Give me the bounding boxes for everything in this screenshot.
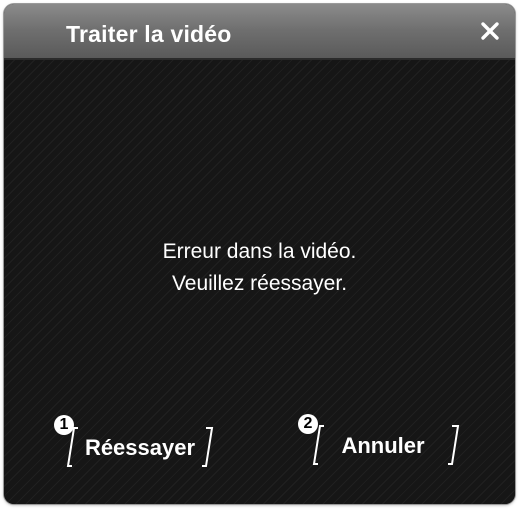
dialog-title-bar: Traiter la vidéo	[4, 4, 515, 60]
cancel-button-label: Annuler	[341, 433, 425, 458]
retry-button-label: Réessayer	[84, 435, 196, 460]
cancel-button[interactable]: Annuler	[306, 424, 460, 468]
step-1-badge: 1	[54, 415, 74, 435]
error-message: Erreur dans la vidéo. Veuillez réessayer…	[4, 236, 515, 300]
dialog-title: Traiter la vidéo	[66, 21, 232, 47]
error-message-line-1: Erreur dans la vidéo.	[162, 240, 357, 263]
step-2-badge: 2	[298, 414, 318, 434]
error-message-line-2: Veuillez réessayer.	[171, 272, 348, 295]
retry-button[interactable]: Réessayer	[60, 426, 220, 470]
close-icon[interactable]	[477, 18, 503, 44]
